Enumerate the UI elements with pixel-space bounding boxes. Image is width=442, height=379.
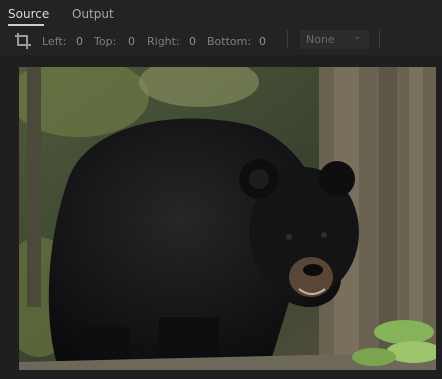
crop-toolbar: Left: 0 Top: 0 Right: 0 Bottom: 0 None ⌄	[0, 27, 442, 55]
right-label: Right:	[147, 35, 180, 48]
top-label: Top:	[94, 35, 117, 48]
aspect-select-value: None	[306, 33, 335, 46]
tab-source[interactable]: Source	[8, 7, 49, 21]
chevron-down-icon: ⌄	[353, 32, 361, 42]
tab-output[interactable]: Output	[72, 7, 114, 21]
top-value[interactable]: 0	[128, 35, 135, 48]
left-value[interactable]: 0	[76, 35, 83, 48]
crop-icon[interactable]	[14, 32, 32, 50]
aspect-select[interactable]: None ⌄	[300, 30, 369, 49]
active-tab-indicator	[8, 24, 44, 26]
right-value[interactable]: 0	[189, 35, 196, 48]
panel-tabs: Source Output	[0, 0, 442, 27]
bear-image	[19, 67, 436, 370]
video-frame[interactable]	[19, 67, 436, 370]
bottom-value[interactable]: 0	[259, 35, 266, 48]
source-preview	[0, 55, 442, 379]
toolbar-divider	[287, 30, 288, 48]
left-label: Left:	[42, 35, 67, 48]
bottom-label: Bottom:	[207, 35, 252, 48]
toolbar-divider-right	[379, 30, 380, 48]
